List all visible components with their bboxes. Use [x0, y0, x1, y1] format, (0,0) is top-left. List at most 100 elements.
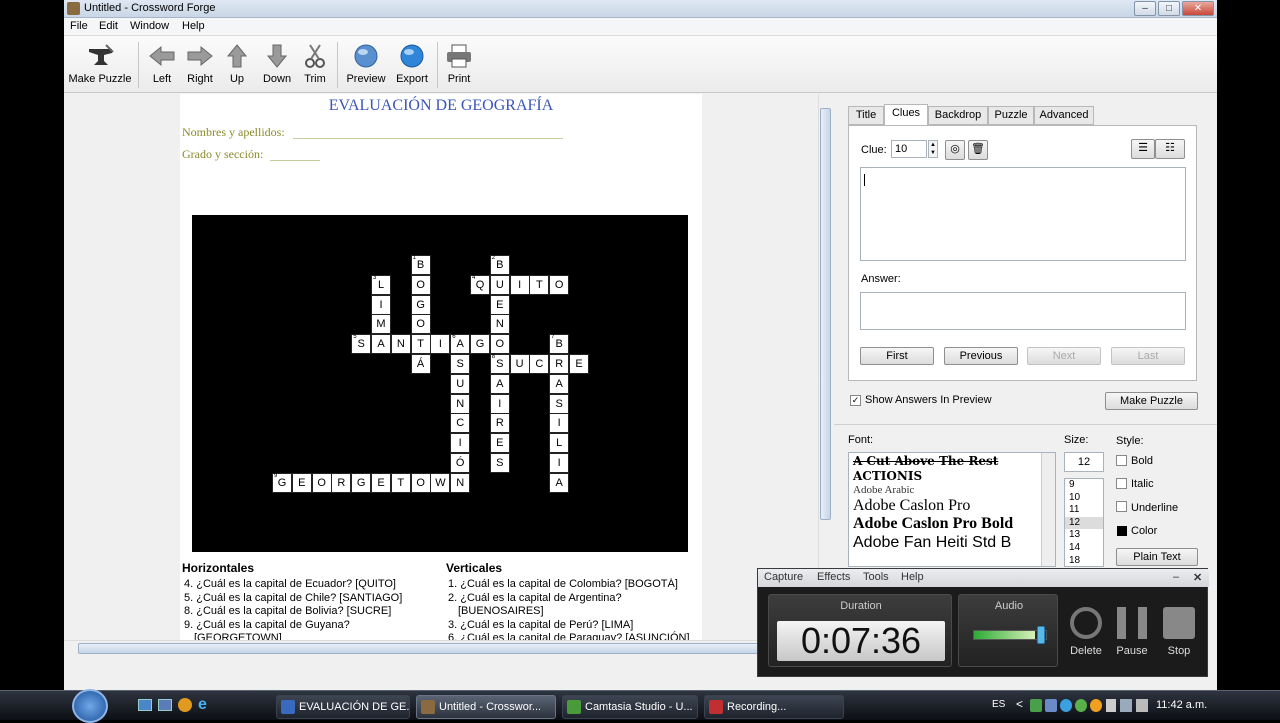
- trash-icon[interactable]: 🗑: [968, 140, 988, 160]
- language-indicator[interactable]: ES: [992, 699, 1005, 710]
- crossword-cell[interactable]: A6: [450, 334, 471, 355]
- list-view-icon[interactable]: ☰: [1131, 139, 1155, 159]
- crossword-cell[interactable]: R: [549, 354, 570, 374]
- crossword-cell[interactable]: E: [291, 472, 312, 493]
- add-clue-icon[interactable]: ◎: [945, 140, 965, 160]
- close-icon[interactable]: ✕: [1193, 571, 1202, 584]
- crossword-grid[interactable]: B1OGOTÁB2UENOS8AIRESL3IMAQ4ITOS5NIA6GSUN…: [192, 215, 688, 552]
- make-puzzle-panel-button[interactable]: Make Puzzle: [1105, 392, 1198, 410]
- battery-icon[interactable]: [1106, 699, 1116, 712]
- crossword-cell[interactable]: O: [410, 314, 431, 335]
- document-horizontal-scrollbar[interactable]: [64, 640, 818, 656]
- clue-text-area[interactable]: [860, 167, 1186, 261]
- internet-explorer-icon[interactable]: e: [198, 697, 214, 713]
- answer-field[interactable]: [860, 292, 1186, 330]
- menu-window[interactable]: Window: [130, 20, 169, 32]
- tray-icon[interactable]: [1045, 699, 1057, 712]
- crossword-cell[interactable]: Q4: [470, 274, 490, 295]
- font-size-item[interactable]: 9: [1065, 479, 1103, 492]
- font-size-list[interactable]: 9 10 11 12 13 14 18: [1064, 478, 1104, 567]
- up-button[interactable]: Up: [220, 40, 254, 90]
- font-size-item[interactable]: 11: [1065, 504, 1103, 517]
- clock[interactable]: 11:42 a.m.: [1156, 699, 1207, 711]
- crossword-cell[interactable]: E: [569, 354, 589, 374]
- font-size-item[interactable]: 10: [1065, 492, 1103, 505]
- recorder-menu-help[interactable]: Help: [901, 571, 924, 583]
- detail-view-icon[interactable]: ☷: [1155, 139, 1185, 159]
- crossword-cell[interactable]: O: [410, 274, 431, 295]
- volume-icon[interactable]: [1136, 699, 1148, 712]
- crossword-cell[interactable]: S5: [351, 334, 372, 355]
- right-button[interactable]: Right: [182, 40, 218, 90]
- tray-icon[interactable]: [1060, 699, 1072, 712]
- first-button[interactable]: First: [860, 347, 934, 365]
- crossword-cell[interactable]: I: [489, 393, 510, 414]
- crossword-cell[interactable]: A: [489, 373, 510, 394]
- crossword-cell[interactable]: W: [430, 472, 451, 493]
- preview-button[interactable]: Preview: [344, 40, 388, 90]
- crossword-cell[interactable]: G: [470, 334, 490, 355]
- clue-number-field[interactable]: 10: [891, 140, 927, 158]
- close-icon[interactable]: ✕: [1182, 1, 1214, 16]
- down-button[interactable]: Down: [258, 40, 296, 90]
- crossword-cell[interactable]: U: [509, 354, 530, 374]
- crossword-cell[interactable]: N: [450, 393, 471, 414]
- crossword-cell[interactable]: T: [390, 472, 411, 493]
- next-button[interactable]: Next: [1027, 347, 1101, 365]
- crossword-cell[interactable]: L3: [371, 274, 391, 295]
- task-camtasia-studio[interactable]: Camtasia Studio - U...: [562, 695, 698, 719]
- crossword-cell[interactable]: Ó: [450, 453, 471, 473]
- task-crossword-forge[interactable]: Untitled - Crosswor...: [416, 695, 556, 719]
- left-button[interactable]: Left: [144, 40, 180, 90]
- crossword-cell[interactable]: O: [311, 472, 332, 493]
- crossword-cell[interactable]: A: [371, 334, 391, 355]
- font-list[interactable]: A Cut Above The Rest ACTIONIS Adobe Arab…: [848, 452, 1056, 567]
- crossword-cell[interactable]: I: [549, 413, 570, 434]
- plain-text-button[interactable]: Plain Text: [1116, 548, 1198, 566]
- tab-clues[interactable]: Clues: [884, 104, 928, 126]
- menu-edit[interactable]: Edit: [99, 20, 118, 32]
- recorder-menu-capture[interactable]: Capture: [764, 571, 803, 583]
- task-recording[interactable]: Recording...: [704, 695, 844, 719]
- recorder-menu-tools[interactable]: Tools: [863, 571, 889, 583]
- underline-checkbox[interactable]: [1116, 501, 1127, 512]
- crossword-cell[interactable]: O: [489, 334, 510, 355]
- scrollbar-thumb[interactable]: [820, 108, 831, 520]
- crossword-cell[interactable]: B1: [410, 255, 431, 275]
- font-item[interactable]: Adobe Fan Heiti Std B: [849, 533, 1055, 553]
- color-swatch[interactable]: [1117, 526, 1127, 536]
- crossword-cell[interactable]: E: [489, 433, 510, 454]
- crossword-cell[interactable]: C: [450, 413, 471, 434]
- scrollbar-thumb[interactable]: [78, 643, 804, 654]
- export-button[interactable]: Export: [392, 40, 432, 90]
- crossword-cell[interactable]: U: [450, 373, 471, 394]
- crossword-cell[interactable]: S: [549, 393, 570, 414]
- crossword-cell[interactable]: G: [410, 294, 431, 315]
- crossword-cell[interactable]: E: [489, 294, 510, 315]
- crossword-cell[interactable]: G9: [272, 472, 292, 493]
- clue-stepper[interactable]: ▲ ▼: [928, 140, 938, 158]
- crossword-cell[interactable]: U: [489, 274, 510, 295]
- chevron-left-icon[interactable]: <: [1016, 697, 1023, 711]
- crossword-cell[interactable]: S: [489, 453, 510, 473]
- bold-checkbox[interactable]: [1116, 455, 1127, 466]
- audio-slider-handle[interactable]: [1037, 626, 1045, 644]
- font-size-item[interactable]: 14: [1065, 542, 1103, 555]
- stop-button[interactable]: Stop: [1157, 607, 1201, 657]
- crossword-cell[interactable]: T: [529, 274, 550, 295]
- crossword-cell[interactable]: R: [331, 472, 352, 493]
- crossword-cell[interactable]: G: [351, 472, 372, 493]
- crossword-cell[interactable]: E: [371, 472, 391, 493]
- crossword-cell[interactable]: R: [489, 413, 510, 434]
- trim-button[interactable]: Trim: [300, 40, 330, 90]
- recorder-menu-effects[interactable]: Effects: [817, 571, 850, 583]
- tab-advanced[interactable]: Advanced: [1034, 106, 1094, 125]
- crossword-cell[interactable]: O: [549, 274, 570, 295]
- crossword-cell[interactable]: C: [529, 354, 550, 374]
- network-icon[interactable]: [1120, 699, 1132, 712]
- tray-icon[interactable]: [1075, 699, 1087, 712]
- media-player-icon[interactable]: [178, 698, 192, 712]
- crossword-cell[interactable]: I: [430, 334, 451, 355]
- crossword-cell[interactable]: B7: [549, 334, 570, 355]
- crossword-cell[interactable]: O: [410, 472, 431, 493]
